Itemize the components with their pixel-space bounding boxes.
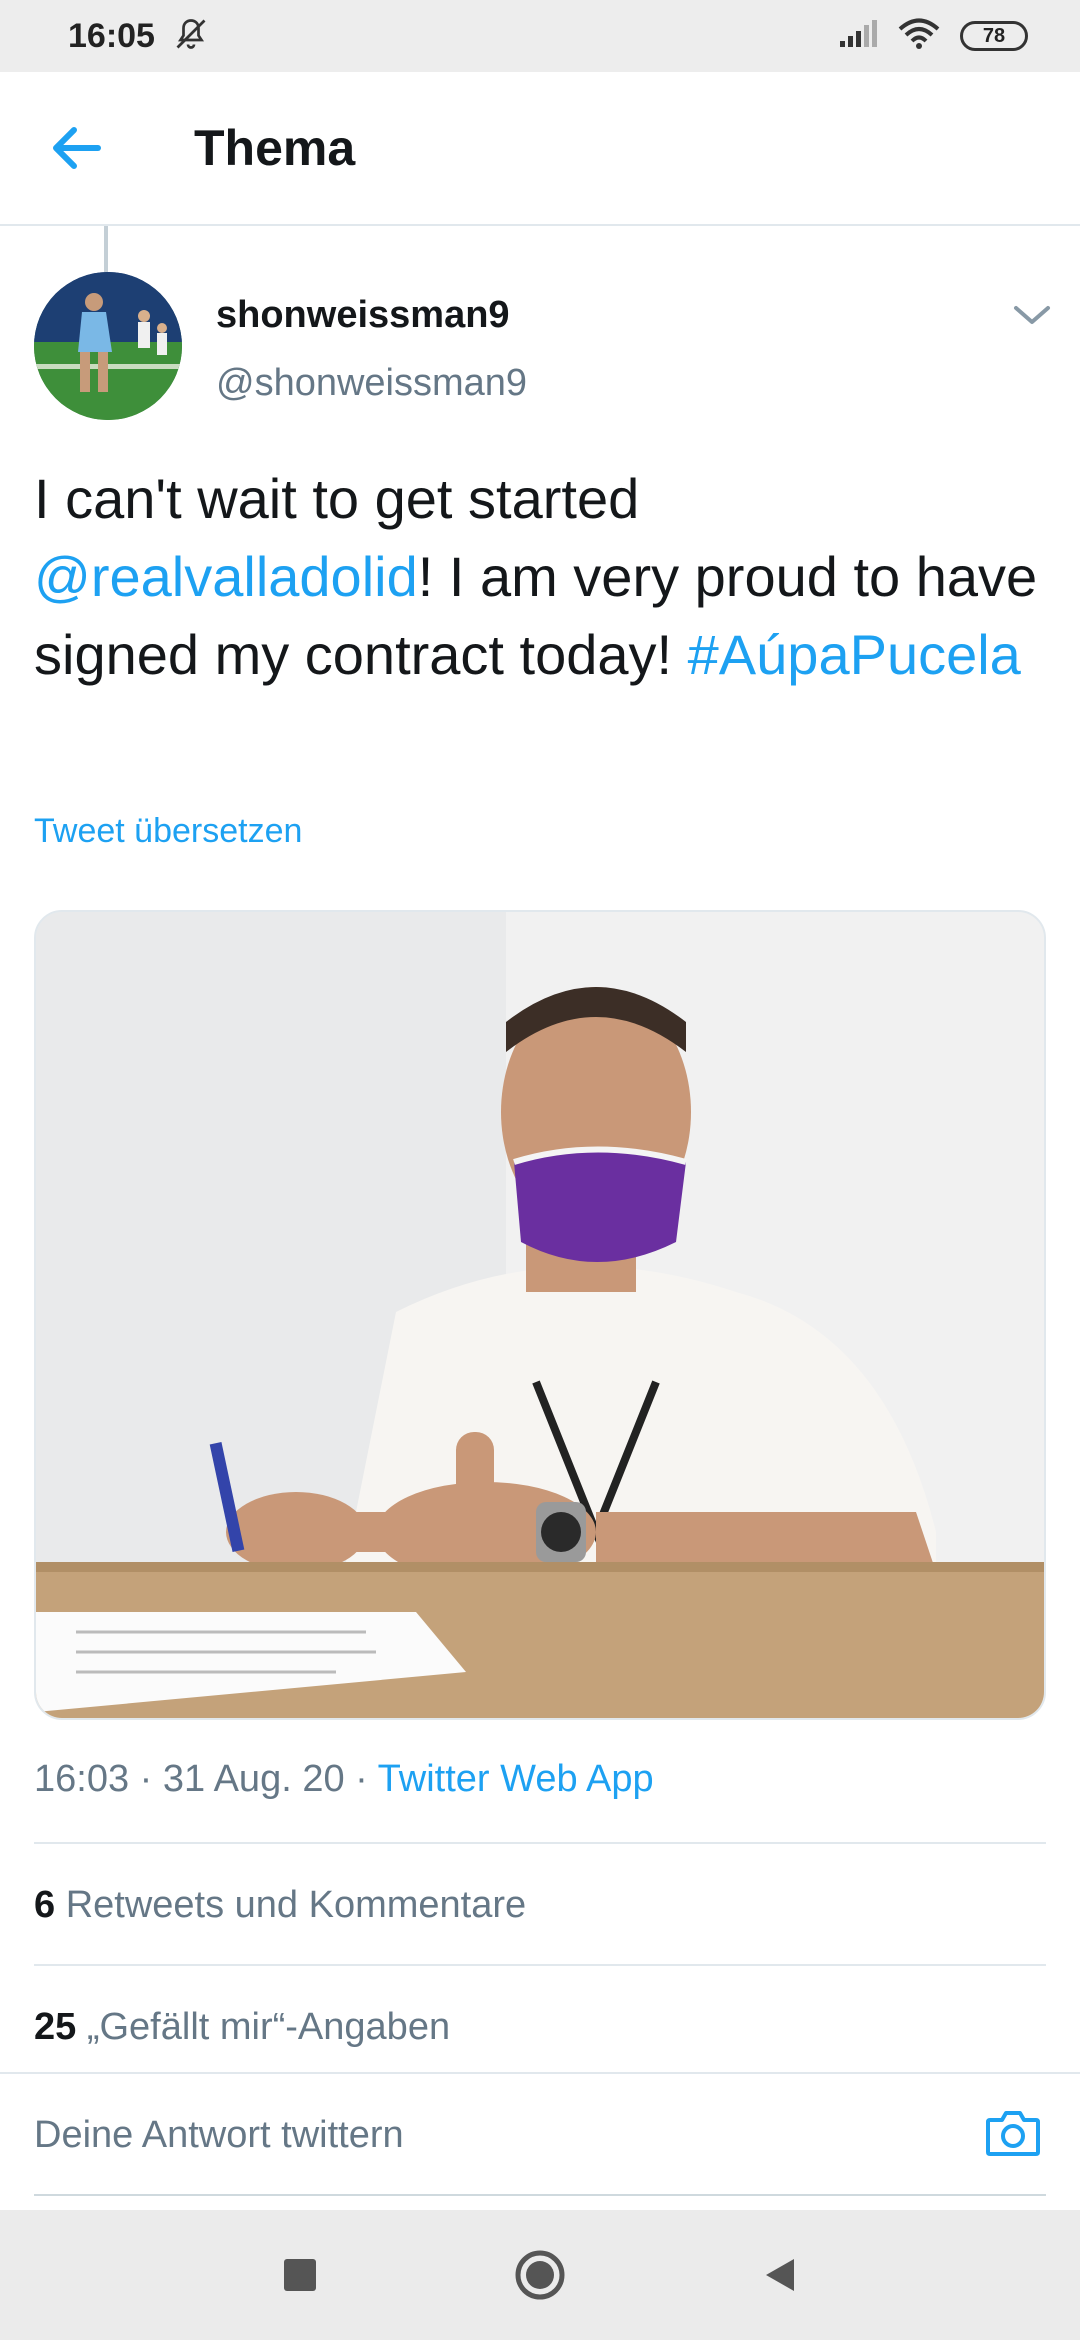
status-time: 16:05 <box>68 16 155 55</box>
notifications-off-icon <box>173 16 209 57</box>
avatar[interactable] <box>34 272 182 420</box>
chevron-down-icon <box>1014 306 1050 324</box>
reply-underline <box>34 2194 1046 2196</box>
thread-line <box>104 226 108 272</box>
tweet-timestamp: 16:03 · 31 Aug. 20 · <box>34 1758 378 1800</box>
back-button[interactable] <box>36 108 116 188</box>
tweet-options-button[interactable] <box>1010 300 1054 332</box>
battery-icon: 78 <box>960 21 1028 51</box>
retweets-count: 6 <box>34 1884 56 1926</box>
back-nav-button[interactable] <box>750 2245 810 2305</box>
home-circle-icon <box>515 2250 565 2300</box>
likes-label: „Gefällt mir“-Angaben <box>76 2006 451 2048</box>
likes-count: 25 <box>34 2006 77 2048</box>
reply-input[interactable]: Deine Antwort twittern <box>34 2114 404 2157</box>
camera-button[interactable] <box>984 2104 1042 2162</box>
reply-bar: Deine Antwort twittern <box>0 2072 1080 2198</box>
retweets-stat[interactable]: 6 Retweets und Kommentare <box>34 1884 526 1927</box>
arrow-left-icon <box>53 127 101 169</box>
recents-button[interactable] <box>270 2245 330 2305</box>
recents-square-icon <box>284 2259 316 2291</box>
user-display-name[interactable]: shonweissman9 <box>216 294 510 337</box>
home-button[interactable] <box>510 2245 570 2305</box>
translate-tweet-link[interactable]: Tweet übersetzen <box>34 812 302 851</box>
tweet-image[interactable] <box>34 910 1046 1720</box>
status-bar: 16:05 78 <box>0 0 1080 72</box>
tweet-text: I can't wait to get started @realvallado… <box>34 460 1044 694</box>
divider <box>34 1842 1046 1844</box>
user-handle[interactable]: @shonweissman9 <box>216 362 527 405</box>
tweet-meta: 16:03 · 31 Aug. 20 · Twitter Web App <box>34 1758 654 1801</box>
hashtag-link[interactable]: #AúpaPucela <box>688 623 1021 686</box>
header: Thema <box>0 72 1080 226</box>
mention-link[interactable]: @realvalladolid <box>34 545 418 608</box>
tweet-source-link[interactable]: Twitter Web App <box>378 1758 654 1800</box>
page-title: Thema <box>194 120 356 176</box>
divider <box>34 1964 1046 1966</box>
wifi-icon <box>898 18 940 55</box>
tweet-text-part1: I can't wait to get started <box>34 467 640 530</box>
signal-icon <box>838 19 878 54</box>
back-triangle-icon <box>766 2259 794 2291</box>
retweets-label: Retweets und Kommentare <box>55 1884 527 1926</box>
system-nav-bar <box>0 2210 1080 2340</box>
likes-stat[interactable]: 25 „Gefällt mir“-Angaben <box>34 2006 450 2049</box>
camera-icon <box>986 2111 1040 2156</box>
